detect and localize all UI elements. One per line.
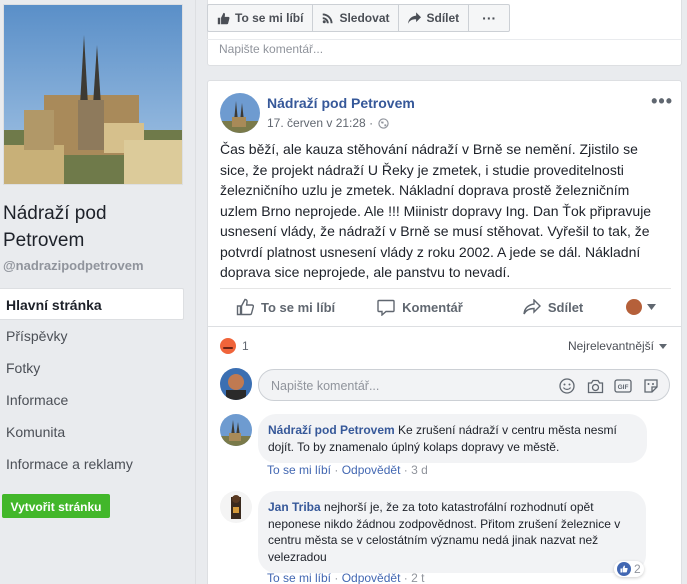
post-comment-button[interactable]: Komentář bbox=[377, 299, 463, 316]
share-arrow-icon bbox=[408, 12, 422, 24]
like-page-label: To se mi líbí bbox=[235, 11, 304, 25]
comment-reply-link[interactable]: Odpovědět bbox=[342, 463, 401, 477]
post-card: Nádraží pod Petrovem 17. červen v 21:28 … bbox=[207, 80, 682, 584]
comment-meta: To se mi líbí · Odpovědět · 2 t bbox=[267, 571, 425, 584]
comment-sort-dropdown[interactable]: Nejrelevantnější bbox=[568, 339, 667, 353]
post-action-bar: To se mi líbí Komentář Sdílet bbox=[220, 289, 671, 325]
comment-input[interactable]: Napište komentář... GIF bbox=[258, 369, 670, 401]
globe-icon bbox=[378, 117, 389, 129]
post-body: Čas běží, ale kauza stěhování nádraží v … bbox=[220, 141, 652, 280]
rss-icon bbox=[323, 13, 333, 24]
chevron-down-icon bbox=[647, 304, 656, 310]
like-page-button[interactable]: To se mi líbí bbox=[207, 4, 314, 32]
gif-icon[interactable]: GIF bbox=[613, 376, 633, 396]
emoji-icon[interactable] bbox=[557, 376, 577, 396]
comment-like-number: 2 bbox=[634, 562, 641, 576]
follow-button[interactable]: Sledovat bbox=[312, 4, 400, 32]
comment-bubble-icon bbox=[377, 299, 395, 316]
page-avatar[interactable] bbox=[220, 93, 260, 133]
post-like-button[interactable]: To se mi líbí bbox=[236, 298, 335, 316]
comment-avatar[interactable] bbox=[220, 491, 252, 523]
post-share-button[interactable]: Sdílet bbox=[523, 299, 583, 315]
reaction-summary[interactable]: 1 bbox=[220, 338, 249, 354]
comment-time[interactable]: 3 d bbox=[411, 463, 428, 477]
avatar[interactable] bbox=[220, 368, 252, 400]
comment-avatar[interactable] bbox=[220, 414, 252, 446]
previous-comment-input[interactable]: Napište komentář... bbox=[219, 42, 323, 56]
comment-reply-link[interactable]: Odpovědět bbox=[342, 571, 401, 584]
comment-time[interactable]: 2 t bbox=[411, 571, 424, 584]
share-arrow-icon bbox=[523, 299, 541, 315]
post-like-label: To se mi líbí bbox=[261, 299, 336, 315]
sidebar-item-about[interactable]: Informace bbox=[0, 384, 184, 416]
comment-like-link[interactable]: To se mi líbí bbox=[267, 571, 331, 584]
comment-like-link[interactable]: To se mi líbí bbox=[267, 463, 331, 477]
divider bbox=[207, 39, 682, 40]
column-divider bbox=[195, 0, 196, 584]
share-page-button[interactable]: Sdílet bbox=[398, 4, 470, 32]
thumbs-up-icon bbox=[217, 12, 230, 24]
post-options-icon[interactable]: ••• bbox=[651, 91, 673, 112]
share-page-label: Sdílet bbox=[426, 11, 460, 25]
comment-placeholder: Napište komentář... bbox=[271, 379, 380, 393]
comment-author[interactable]: Jan Triba bbox=[268, 500, 321, 514]
more-dots-icon: ··· bbox=[482, 10, 497, 26]
avatar bbox=[626, 299, 642, 315]
sidebar-item-posts[interactable]: Příspěvky bbox=[0, 320, 184, 352]
chevron-down-icon bbox=[659, 343, 667, 349]
post-author[interactable]: Nádraží pod Petrovem bbox=[267, 95, 415, 111]
post-as-selector[interactable] bbox=[626, 299, 663, 315]
post-time-text: 17. červen v 21:28 · bbox=[267, 116, 374, 130]
page-handle[interactable]: @nadrazipodpetrovem bbox=[3, 258, 144, 273]
page-cover-photo[interactable] bbox=[3, 4, 183, 185]
thumbs-up-icon bbox=[236, 298, 254, 316]
reaction-count: 1 bbox=[242, 339, 249, 353]
comment-author[interactable]: Nádraží pod Petrovem bbox=[268, 423, 395, 437]
angry-reaction-icon bbox=[220, 338, 236, 354]
create-page-button[interactable]: Vytvořit stránku bbox=[2, 494, 110, 518]
comment-like-count[interactable]: 2 bbox=[614, 561, 644, 577]
camera-icon[interactable] bbox=[585, 376, 605, 396]
sidebar-nav: Hlavní stránka Příspěvky Fotky Informace… bbox=[0, 288, 184, 480]
comment-bubble: Jan Triba nejhorší je, že za toto katast… bbox=[258, 491, 646, 573]
comment-text: nejhorší je, že za toto katastrofální ro… bbox=[268, 500, 621, 564]
sidebar-item-photos[interactable]: Fotky bbox=[0, 352, 184, 384]
sidebar-item-info-ads[interactable]: Informace a reklamy bbox=[0, 448, 184, 480]
sidebar-item-community[interactable]: Komunita bbox=[0, 416, 184, 448]
like-icon bbox=[617, 562, 631, 576]
comment-meta: To se mi líbí · Odpovědět · 3 d bbox=[267, 463, 428, 477]
sidebar-item-home[interactable]: Hlavní stránka bbox=[0, 288, 184, 320]
comment-bubble: Nádraží pod Petrovem Ke zrušení nádraží … bbox=[258, 414, 647, 463]
more-options-button[interactable]: ··· bbox=[468, 4, 511, 32]
page-title[interactable]: Nádraží pod Petrovem bbox=[3, 200, 188, 254]
comment-sort-label: Nejrelevantnější bbox=[567, 339, 654, 353]
svg-text:GIF: GIF bbox=[618, 384, 629, 391]
post-share-label: Sdílet bbox=[547, 299, 584, 315]
sticker-icon[interactable] bbox=[641, 376, 661, 396]
page-action-bar: To se mi líbí Sledovat Sdílet ··· bbox=[207, 4, 511, 32]
follow-label: Sledovat bbox=[339, 11, 390, 25]
left-sidebar: Nádraží pod Petrovem @nadrazipodpetrovem… bbox=[0, 0, 196, 584]
post-comment-label: Komentář bbox=[402, 299, 463, 315]
post-timestamp[interactable]: 17. červen v 21:28 · bbox=[267, 116, 389, 130]
